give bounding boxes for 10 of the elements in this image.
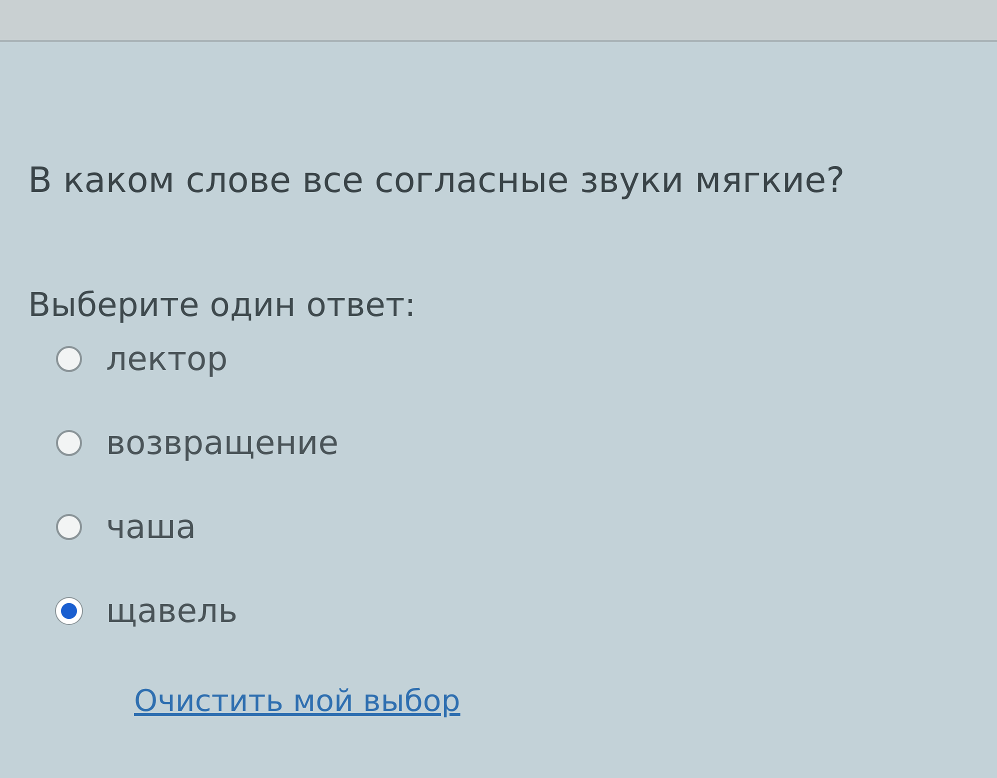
option-label: чаша bbox=[106, 506, 196, 548]
radio-button[interactable] bbox=[56, 514, 82, 540]
answer-prompt: Выберите один ответ: bbox=[28, 284, 417, 325]
option-label: щавель bbox=[106, 590, 238, 632]
question-text: В каком слове все согласные звуки мягкие? bbox=[28, 160, 846, 203]
option-label: возвращение bbox=[106, 422, 339, 464]
option-label: лектор bbox=[106, 338, 228, 380]
radio-button[interactable] bbox=[56, 346, 82, 372]
clear-choice-link[interactable]: Очистить мой выбор bbox=[134, 679, 460, 724]
radio-button[interactable] bbox=[56, 430, 82, 456]
